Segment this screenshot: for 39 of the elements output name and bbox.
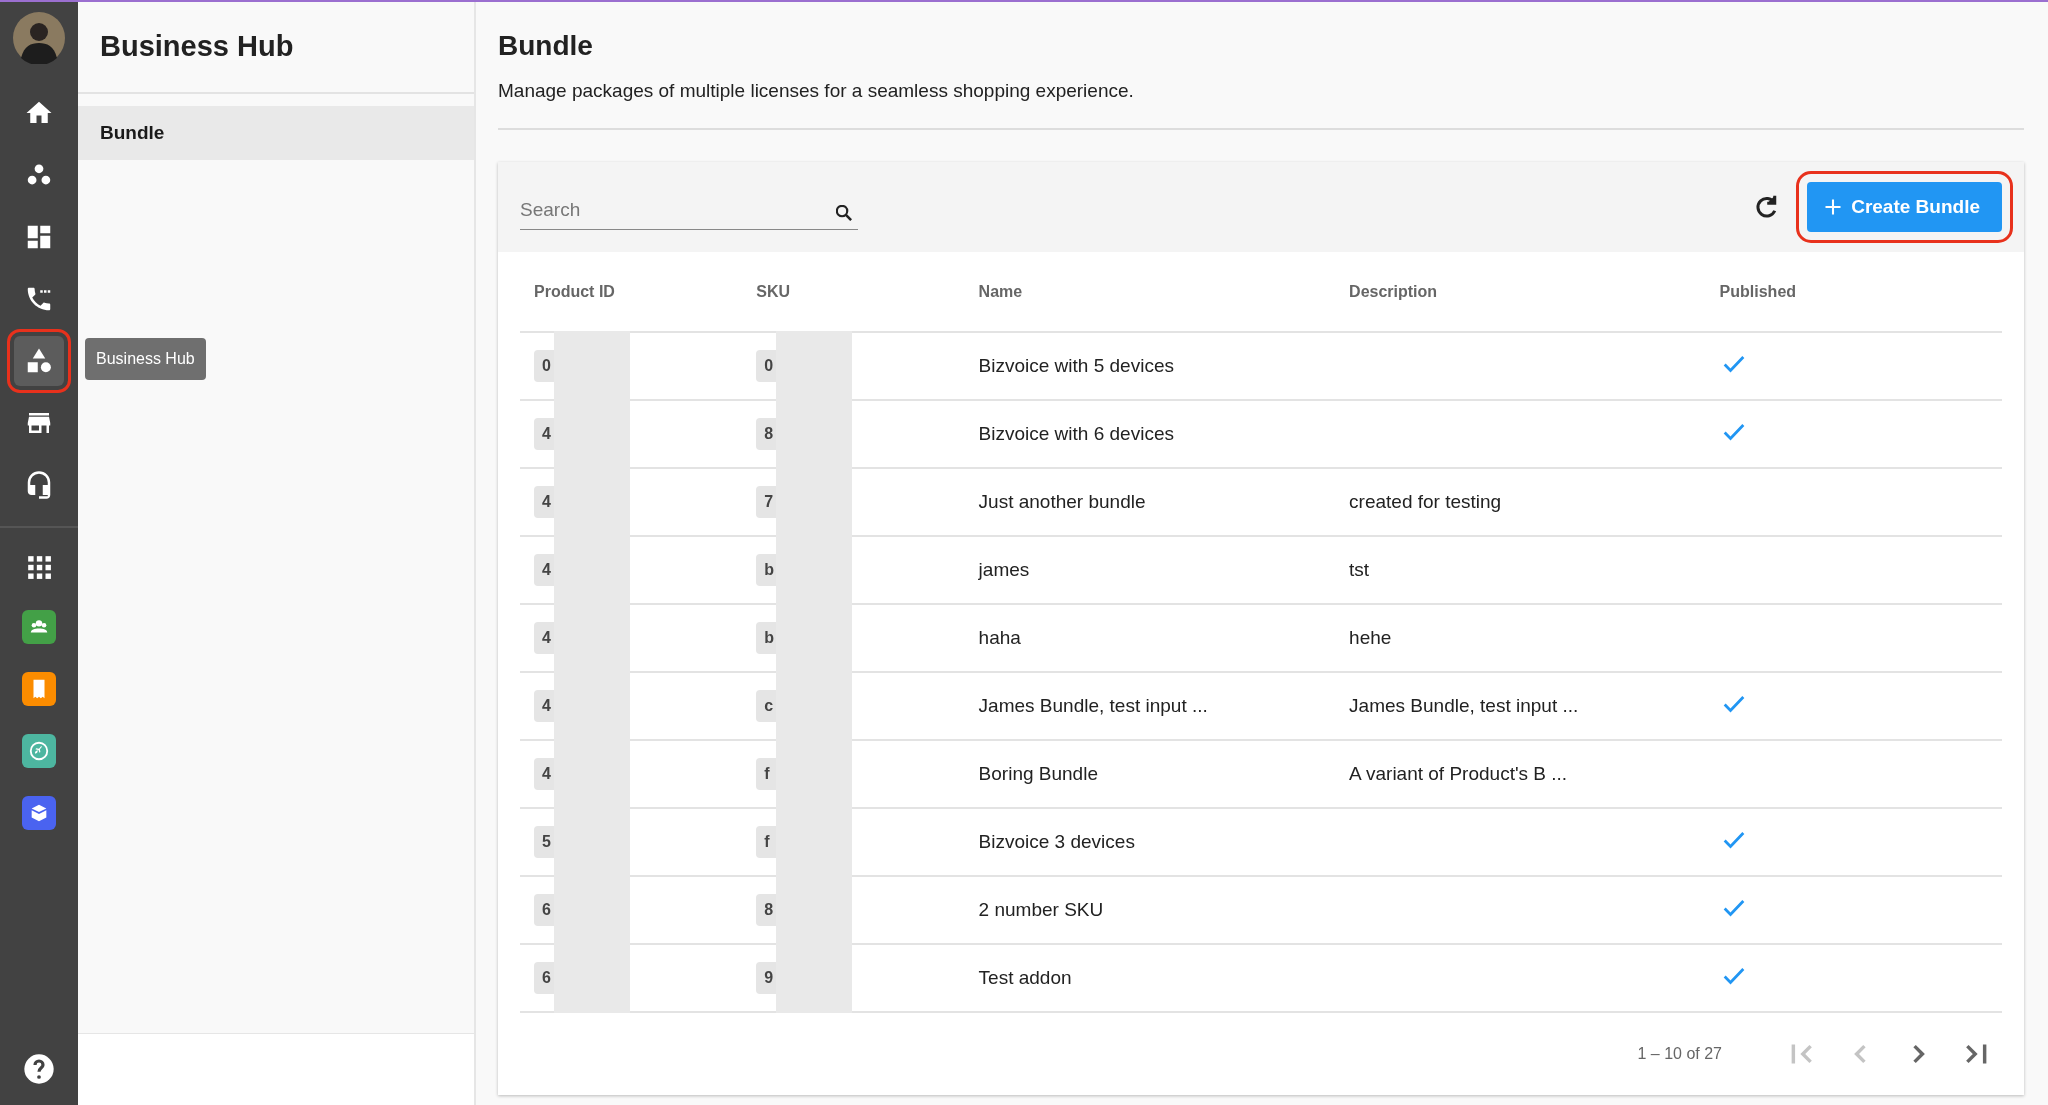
table-cell: A variant of Product's B ...: [1349, 763, 1568, 784]
table-cell: Bizvoice with 6 devices: [978, 423, 1174, 444]
chevron-left-icon: [1853, 1043, 1867, 1065]
table-cell: tst: [1349, 559, 1370, 580]
table-cell: 2 number SKU: [978, 899, 1104, 920]
column-header: Description: [1335, 252, 1706, 332]
table-cell: Test addon: [978, 967, 1072, 988]
grid-icon: [26, 554, 52, 580]
app-button[interactable]: [22, 796, 56, 830]
app-button[interactable]: [22, 610, 56, 644]
tooltip: Business Hub: [85, 338, 206, 380]
table-cell: Bizvoice 3 devices: [978, 831, 1135, 852]
app-button[interactable]: [22, 734, 56, 768]
column-header: Published: [1705, 252, 2002, 332]
last-page-icon: [1965, 1043, 1987, 1065]
table-cell: haha: [978, 627, 1021, 648]
table-cell: James Bundle, test input ...: [1349, 695, 1579, 716]
page-subtitle: Manage packages of multiple licenses for a seamless shopping experience.: [498, 80, 1135, 102]
table-cell: James Bundle, test input ...: [978, 695, 1208, 716]
side-menu-item[interactable]: Bundle: [78, 106, 474, 160]
column-header: Name: [964, 252, 1336, 332]
avatar[interactable]: [13, 12, 65, 64]
page-title: Bundle: [498, 30, 594, 62]
plane-icon: [28, 740, 50, 762]
table-cell: james: [978, 559, 1030, 580]
app-button[interactable]: [22, 672, 56, 706]
table-cell: Just another bundle: [978, 491, 1146, 512]
chevron-right-icon: [1911, 1043, 1925, 1065]
page-range: 1 – 10 of 27: [1637, 1045, 1722, 1063]
table-cell: created for testing: [1349, 491, 1502, 512]
panel-title: Business Hub: [78, 2, 474, 94]
table-cell: hehe: [1349, 627, 1392, 648]
plus-icon: [1823, 197, 1844, 217]
search-field[interactable]: Search: [520, 192, 858, 230]
search-icon: [836, 204, 852, 221]
first-page-icon: [1791, 1043, 1813, 1065]
table-cell: Boring Bundle: [978, 763, 1098, 784]
help-icon[interactable]: [23, 1053, 55, 1085]
table-cell: Bizvoice with 5 devices: [978, 355, 1174, 376]
